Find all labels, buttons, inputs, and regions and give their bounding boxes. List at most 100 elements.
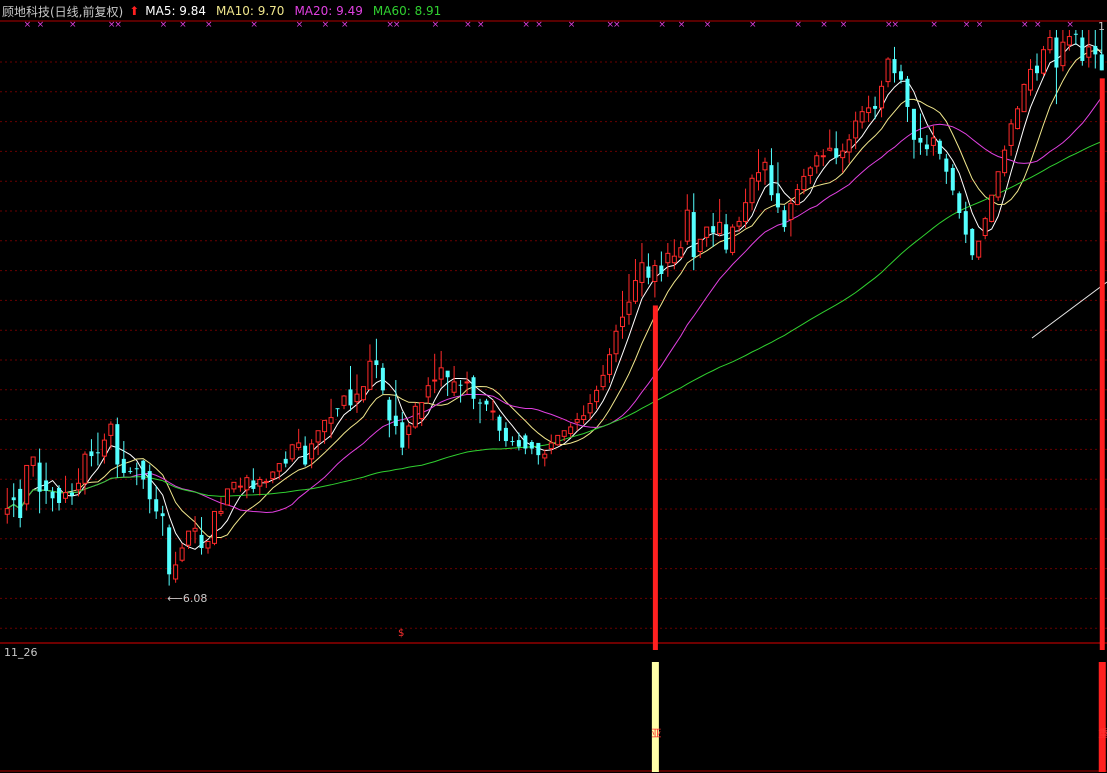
x-marker: ×	[296, 20, 304, 30]
candle-up	[63, 492, 69, 499]
candle-down	[400, 422, 405, 448]
candle-down	[775, 193, 780, 208]
candle-down	[199, 534, 204, 549]
candle-down	[251, 480, 256, 489]
x-marker: ×	[205, 20, 213, 30]
x-marker: ×	[477, 20, 485, 30]
candle-up	[231, 481, 237, 490]
candle-down	[471, 377, 476, 399]
candle-up	[412, 405, 418, 428]
stock-chart: × × × × × × × × × × × × × × × × × × × × × × × × × × × × × × × × × × × × × 顾地…	[0, 0, 1107, 773]
candle-down	[458, 384, 463, 386]
sub-panel-label: $	[398, 628, 405, 639]
candle-up	[671, 255, 677, 264]
ma5-line	[6, 43, 1103, 550]
signal-sub-bar-1	[651, 662, 659, 772]
chart-header: 顾地科技(日线,前复权) ⬆ MA5: 9.84 MA10: 9.70 MA20…	[2, 2, 445, 20]
candle-down	[89, 451, 94, 457]
candle-up	[632, 280, 638, 302]
candle-down	[905, 78, 910, 107]
x-marker: ×	[840, 20, 848, 30]
candle-up	[626, 301, 632, 315]
signal-bar-1	[652, 305, 658, 650]
x-marker: ×	[464, 20, 472, 30]
trend-line	[1031, 281, 1107, 339]
candle-down	[283, 458, 288, 464]
candle-up	[432, 379, 438, 382]
x-marker: ×	[658, 20, 666, 30]
candle-down	[963, 211, 968, 235]
candle-up	[1047, 37, 1053, 51]
candle-up	[328, 417, 334, 424]
candle-up	[24, 464, 30, 505]
candle-up	[730, 226, 736, 253]
candle-up	[846, 139, 852, 153]
candle-up	[555, 434, 561, 446]
candle-down	[50, 491, 55, 499]
candle-down	[18, 488, 23, 518]
candle-up	[406, 425, 412, 435]
candle-up	[736, 220, 742, 227]
ma20-line	[6, 96, 1103, 514]
candle-up	[192, 527, 198, 532]
candle-down	[646, 266, 651, 278]
up-arrow-icon: ⬆	[129, 4, 140, 18]
candle-up	[289, 444, 295, 460]
candle-down	[57, 487, 62, 503]
signal-sub-bar-2	[1098, 662, 1106, 772]
x-marker: ×	[1066, 20, 1074, 30]
candle-down	[711, 226, 716, 233]
candle-down	[659, 265, 664, 274]
candle-down	[898, 71, 903, 80]
candle-down	[147, 471, 152, 500]
candle-up	[930, 137, 936, 146]
candle-up	[276, 463, 282, 472]
candle-down	[69, 492, 75, 496]
candle-up	[464, 381, 470, 384]
candle-up	[976, 240, 982, 258]
ma20-readout: MA20: 9.49	[294, 4, 363, 18]
candle-down	[478, 402, 483, 404]
candle-up	[30, 456, 36, 466]
candle-up	[840, 150, 846, 159]
chart-title: 顾地科技(日线,前复权)	[2, 4, 124, 19]
candle-down	[37, 462, 42, 492]
candle-up	[296, 442, 302, 449]
candle-up	[1002, 149, 1008, 174]
candle-down	[510, 441, 515, 443]
x-marker: ×	[1034, 20, 1042, 30]
candle-up	[613, 330, 619, 355]
candle-down	[529, 441, 534, 449]
candle-up	[600, 374, 606, 388]
candle-up	[82, 453, 88, 484]
candle-down	[141, 460, 146, 480]
signal-bar-2	[1099, 78, 1105, 651]
signal-text-2: 重	[1095, 728, 1107, 738]
candle-down	[691, 212, 696, 258]
x-marker: ×	[678, 20, 686, 30]
candle-up	[179, 547, 185, 561]
candle-down	[924, 144, 929, 150]
candle-down	[497, 416, 502, 431]
candle-up	[1040, 49, 1046, 74]
x-marker: ×	[160, 20, 168, 30]
candle-up	[995, 171, 1001, 198]
candle-down	[937, 140, 942, 154]
candle-up	[360, 386, 366, 401]
signal-text-1: 亚	[648, 728, 660, 738]
candle-down	[536, 442, 541, 456]
low-price-value: 6.08	[182, 591, 208, 605]
x-marker: ×	[24, 20, 32, 30]
candle-up	[652, 265, 658, 283]
candle-up	[639, 262, 645, 283]
candle-up	[1066, 36, 1072, 46]
ma10-readout: MA10: 9.70	[216, 4, 285, 18]
x-marker: ×	[69, 20, 77, 30]
candle-up	[438, 367, 444, 380]
x-marker: ×	[568, 20, 576, 30]
candle-down	[503, 427, 508, 442]
candle-down	[1054, 37, 1059, 68]
candle-up	[425, 385, 431, 398]
candle-down	[121, 458, 126, 473]
candle-up	[224, 488, 230, 506]
